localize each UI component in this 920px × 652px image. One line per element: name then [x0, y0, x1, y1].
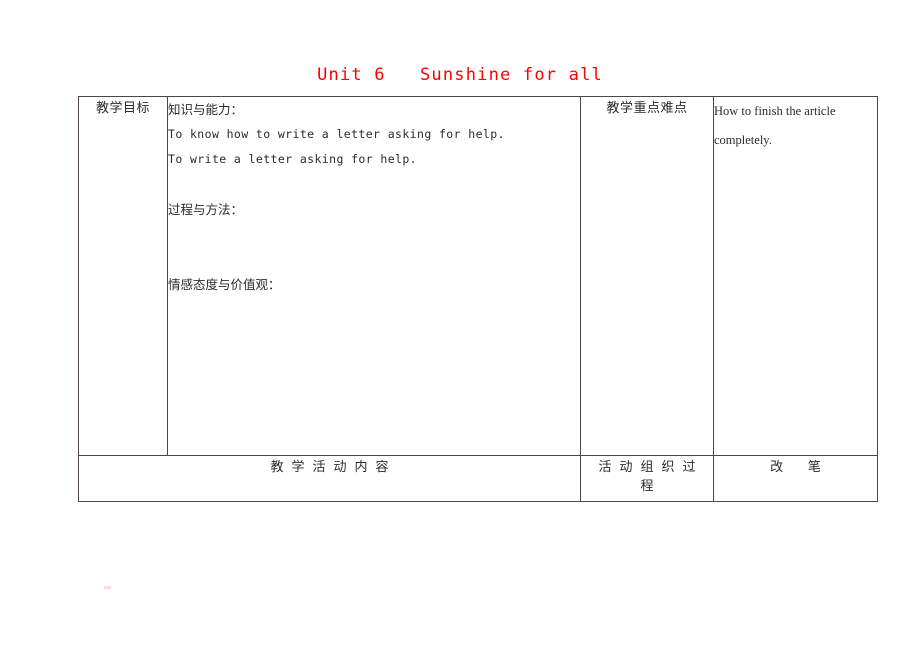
objectives-knowledge-line-2: To write a letter asking for help. [168, 152, 418, 166]
lesson-plan-table: 教学目标 知识与能力： To know how to write a lette… [78, 96, 878, 502]
objectives-blank-line-1 [168, 172, 580, 197]
page-title: Unit 6 Sunshine for all [317, 65, 603, 85]
activity-content-label: 教学活动内容 [270, 460, 397, 475]
table-row-objectives: 教学目标 知识与能力： To know how to write a lette… [78, 96, 878, 456]
objectives-label: 教学目标 [95, 101, 150, 116]
scan-artifact-mark [104, 586, 111, 589]
objectives-heading-emotion: 情感态度与价值观： [168, 277, 281, 292]
document-page: Unit 6 Sunshine for all 教学目标 知识与能力： To k… [0, 0, 920, 652]
revision-label: 改 笔 [770, 460, 821, 475]
table-row-footer-headers: 教学活动内容 活动组织过程 改 笔 [78, 455, 878, 502]
objectives-knowledge-line-1: To know how to write a letter asking for… [168, 127, 505, 141]
focus-note-cell: How to finish the article completely. [713, 96, 878, 456]
objectives-heading-process: 过程与方法： [168, 202, 244, 217]
objectives-label-cell: 教学目标 [78, 96, 168, 456]
focus-note-line-1: How to finish the article [714, 104, 836, 118]
objectives-blank-line-3 [168, 247, 580, 272]
activity-process-cell: 活动组织过程 [580, 455, 714, 502]
focus-label-cell: 教学重点难点 [580, 96, 714, 456]
focus-label: 教学重点难点 [606, 101, 688, 116]
objectives-heading-knowledge: 知识与能力： [168, 102, 244, 117]
objectives-content-cell: 知识与能力： To know how to write a letter ask… [167, 96, 581, 456]
activity-content-cell: 教学活动内容 [78, 455, 581, 502]
activity-process-label: 活动组织过程 [598, 460, 704, 494]
focus-note-line-2: completely. [714, 133, 772, 147]
revision-cell: 改 笔 [713, 455, 878, 502]
objectives-blank-line-2 [168, 222, 580, 247]
